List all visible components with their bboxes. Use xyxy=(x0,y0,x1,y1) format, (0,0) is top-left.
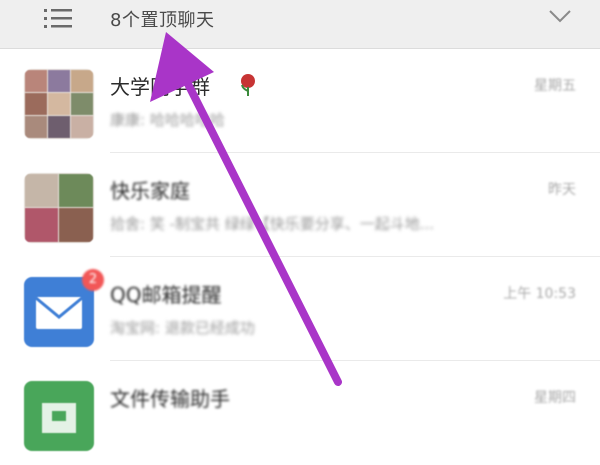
chat-name: 大学同学群 xyxy=(110,75,210,99)
folder-icon xyxy=(42,403,76,433)
list-menu-icon[interactable] xyxy=(44,8,74,30)
chat-name: 文件传输助手 xyxy=(110,387,230,411)
chat-item-happy-family[interactable]: 快乐家庭 拾舍: 笑 -制宝共 绿绿【快乐要分享、一起斗地... 昨天 xyxy=(0,153,600,257)
mail-avatar xyxy=(24,277,94,347)
chat-item-file-transfer[interactable]: 文件传输助手 星期四 xyxy=(0,361,600,465)
rose-emoji-icon xyxy=(241,74,255,96)
pinned-chats-title: 8个置顶聊天 xyxy=(110,10,215,31)
chat-preview: 淘宝网: 退款已经成功 xyxy=(110,319,255,337)
group-avatar xyxy=(24,173,94,243)
unread-badge: 2 xyxy=(82,269,104,291)
file-transfer-avatar xyxy=(24,381,94,451)
chat-name: QQ邮箱提醒 xyxy=(110,283,222,307)
envelope-icon xyxy=(35,296,83,329)
chat-time: 星期四 xyxy=(534,390,576,406)
chat-list: 大学同学群 康康: 哈哈哈哈哈 星期五 快乐家庭 拾舍: 笑 -制宝共 绿绿【快… xyxy=(0,49,600,451)
chat-time: 昨天 xyxy=(548,182,576,198)
chat-item-qq-mail[interactable]: 2 QQ邮箱提醒 淘宝网: 退款已经成功 上午 10:53 xyxy=(0,257,600,361)
pinned-chats-header[interactable]: 8个置顶聊天 xyxy=(0,0,600,49)
chevron-down-icon[interactable] xyxy=(548,8,572,24)
chat-name: 快乐家庭 xyxy=(110,179,190,203)
chat-preview: 拾舍: 笑 -制宝共 绿绿【快乐要分享、一起斗地... xyxy=(110,215,435,233)
chat-preview: 康康: 哈哈哈哈哈 xyxy=(110,111,225,129)
chat-time: 上午 10:53 xyxy=(503,286,576,302)
chat-time: 星期五 xyxy=(534,78,576,94)
chat-item-college-group[interactable]: 大学同学群 康康: 哈哈哈哈哈 星期五 xyxy=(0,49,600,153)
group-avatar xyxy=(24,69,94,139)
